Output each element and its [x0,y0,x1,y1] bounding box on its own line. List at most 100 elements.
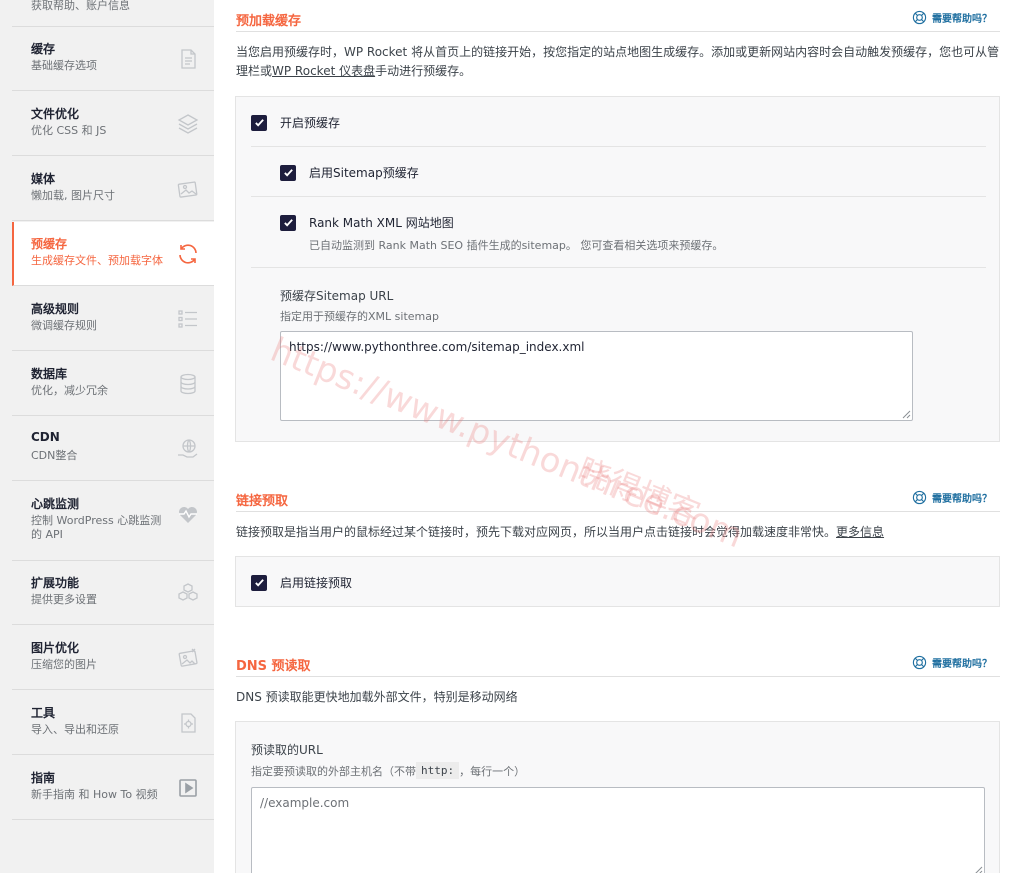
checkbox-label: 开启预缓存 [280,116,341,130]
dns-url-textarea[interactable]: //example.com [251,787,985,873]
play-icon [179,779,197,797]
checkbox-checked[interactable] [280,214,296,231]
lifebuoy-icon [912,490,927,505]
textarea-value: https://www.pythonthree.com/sitemap_inde… [289,340,585,354]
section-header-prefetch: 链接预取 需要帮助吗？ [236,482,1000,512]
sidebar-item-title: 图片优化 [31,641,80,655]
sidebar-item-title: 预缓存 [31,237,68,251]
sidebar-item-title: 指南 [31,771,56,785]
sidebar-item-title: 心跳监测 [31,497,80,511]
textarea-placeholder: //example.com [260,796,350,810]
list-icon [178,310,197,328]
sidebar-item-addons[interactable]: 扩展功能 提供更多设置 [12,561,214,625]
desc-text: 链接预取是指当用户的鼠标经过某个链接时，预先下载对应网页，所以当用户点击链接时会… [236,525,837,539]
sidebar-item-desc: 生成缓存文件、预加载字体 [31,254,163,267]
sidebar-item-cache[interactable]: 缓存 基础缓存选项 [12,27,214,91]
sidebar-item-desc: 压缩您的图片 [31,658,97,671]
section-description: DNS 预读取能更快地加载外部文件，特别是移动网络 [236,690,518,704]
sidebar-item-database[interactable]: 数据库 优化，减少冗余 [12,352,214,416]
check-icon [283,169,293,177]
sidebar-item-desc: 懒加载, 图片尺寸 [31,189,115,202]
main-content: 预加载缓存 需要帮助吗？ 当您启用预缓存时，WP Rocket 将从首页上的链接… [214,0,1031,873]
sidebar-item-advanced-rules[interactable]: 高级规则 微调缓存规则 [12,287,214,351]
lifebuoy-icon [912,655,927,670]
desc-text: 指定要预读取的外部主机名（不带 [251,764,416,778]
sidebar-item-file-optimization[interactable]: 文件优化 优化 CSS 和 JS [12,92,214,156]
sitemap-url-description: 指定用于预缓存的XML sitemap [280,310,439,323]
lifebuoy-icon [912,10,927,25]
sidebar: 获取帮助、账户信息 缓存 基础缓存选项 文件优化 优化 CSS 和 JS 媒体 … [0,0,214,873]
desc-text: 手动进行预缓存。 [375,64,472,78]
more-info-link[interactable]: 更多信息 [836,525,884,539]
help-link[interactable]: 需要帮助吗？ [912,10,992,25]
check-icon [283,219,293,227]
sidebar-item-desc: 优化，减少冗余 [31,384,108,397]
sidebar-item-desc: 新手指南 和 How To 视频 [31,788,158,801]
section-header-preload: 预加载缓存 需要帮助吗？ [236,2,1000,32]
help-link[interactable]: 需要帮助吗？ [912,490,992,505]
divider [251,146,986,147]
sidebar-item-media[interactable]: 媒体 懒加载, 图片尺寸 [12,157,214,221]
checkbox-checked[interactable] [251,114,267,131]
sidebar-item-title: 扩展功能 [31,576,80,590]
sidebar-item-title: 媒体 [31,172,56,186]
sidebar-item-desc: CDN整合 [31,449,78,462]
sidebar-item-title: 工具 [31,706,56,720]
dashboard-link[interactable]: WP Rocket 仪表盘 [272,64,375,78]
sitemap-url-label: 预缓存Sitemap URL [280,289,394,303]
sidebar-item-tools[interactable]: 工具 导入、导出和还原 [12,691,214,755]
resize-handle-icon[interactable] [974,866,983,873]
image-icon [177,181,198,198]
sitemap-url-textarea[interactable]: https://www.pythonthree.com/sitemap_inde… [280,331,913,421]
sidebar-item-desc: 微调缓存规则 [31,319,97,332]
help-label: 需要帮助吗？ [932,494,992,505]
sidebar-item-desc: 提供更多设置 [31,593,97,606]
resize-handle-icon[interactable] [902,410,911,419]
rankmath-checkbox-row[interactable]: Rank Math XML 网站地图 [280,214,454,231]
sidebar-item-title: CDN [31,430,60,444]
sidebar-item-title: 高级规则 [31,302,80,316]
sidebar-item-desc: 导入、导出和还原 [31,723,119,736]
layers-icon [177,114,199,134]
section-title: DNS 预读取 [236,659,311,674]
checkbox-label: 启用链接预取 [280,576,353,590]
rankmath-description: 已自动监测到 Rank Math SEO 插件生成的sitemap。 您可查看相… [309,239,724,252]
code-snippet: http: [416,762,460,779]
checkbox-checked[interactable] [280,164,296,181]
prefetch-options-box: 启用链接预取 [235,556,1000,607]
dns-url-description: 指定要预读取的外部主机名（不带 http: ，每行一个） [251,762,525,779]
refresh-icon [179,244,197,264]
section-description: 当您启用预缓存时，WP Rocket 将从首页上的链接开始，按您指定的站点地图生… [236,43,1000,81]
section-title: 链接预取 [236,494,289,509]
database-icon [180,373,196,395]
sidebar-item-heartbeat[interactable]: 心跳监测 控制 WordPress 心跳监测的 API [12,482,214,561]
dns-url-label: 预读取的URL [251,743,323,757]
globe-hand-icon [178,439,198,458]
divider [251,267,986,268]
checkbox-label: 启用Sitemap预缓存 [309,166,419,180]
checkbox-checked[interactable] [251,574,267,591]
sidebar-item-preload[interactable]: 预缓存 生成缓存文件、预加载字体 [12,222,214,286]
desc-text: ，每行一个） [459,764,526,778]
sidebar-item-image-optimization[interactable]: 图片优化 压缩您的图片 [12,626,214,690]
sidebar-item-tutorials[interactable]: 指南 新手指南 和 How To 视频 [12,756,214,820]
gear-doc-icon [181,713,196,733]
section-title: 预加载缓存 [236,14,302,29]
heartbeat-icon [179,507,197,523]
check-icon [254,579,264,587]
sidebar-item-desc: 优化 CSS 和 JS [31,124,107,137]
cubes-icon [178,583,198,601]
help-label: 需要帮助吗？ [932,14,992,25]
sidebar-item-cdn[interactable]: CDN CDN整合 [12,417,214,481]
help-link[interactable]: 需要帮助吗？ [912,655,992,670]
help-label: 需要帮助吗？ [932,659,992,670]
section-description: 链接预取是指当用户的鼠标经过某个链接时，预先下载对应网页，所以当用户点击链接时会… [236,523,1000,542]
sidebar-top-fragment: 获取帮助、账户信息 [31,0,130,12]
sidebar-item-title: 数据库 [31,367,68,381]
prefetch-checkbox-row[interactable]: 启用链接预取 [251,574,352,591]
checkbox-label: Rank Math XML 网站地图 [309,216,454,230]
section-header-dns: DNS 预读取 需要帮助吗？ [236,647,1000,677]
sitemap-preload-checkbox-row[interactable]: 启用Sitemap预缓存 [280,164,419,181]
preload-checkbox-row[interactable]: 开启预缓存 [251,114,340,131]
photo-compress-icon [178,648,198,667]
